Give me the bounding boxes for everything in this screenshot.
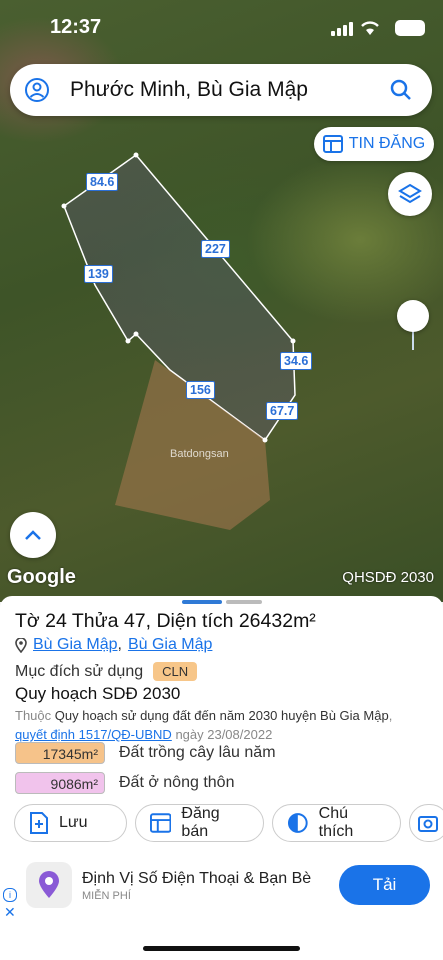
ad-banner[interactable]: i ✕ Định Vị Số Điện Thoại & Bạn Bè MIỄN … xyxy=(0,854,443,920)
area-badge: 17345m² xyxy=(15,742,105,764)
watermark: Batdongsan xyxy=(170,448,229,460)
photo-button[interactable] xyxy=(409,804,443,842)
wifi-icon xyxy=(361,21,379,35)
search-icon[interactable] xyxy=(388,77,414,103)
layers-button[interactable] xyxy=(388,172,432,216)
edge-label: 139 xyxy=(84,265,113,283)
parcel-title: Tờ 24 Thửa 47, Diện tích 26432m² xyxy=(15,610,316,632)
ad-info-icon[interactable]: i xyxy=(3,888,17,902)
area-label: Đất ở nông thôn xyxy=(119,774,235,791)
plan-title: Quy hoạch SDĐ 2030 xyxy=(15,684,181,703)
post-sale-button[interactable]: Đăng bán xyxy=(135,804,264,842)
commune-link[interactable]: Bù Gia Mập xyxy=(128,636,212,654)
add-photo-icon xyxy=(418,816,438,832)
plan-note: Thuộc Quy hoạch sử dụng đất đến năm 2030… xyxy=(15,706,425,744)
area-row: 17345m² Đất trồng cây lâu năm xyxy=(15,742,276,764)
layer-label: QHSDĐ 2030 xyxy=(342,569,434,586)
listing-icon xyxy=(322,135,343,153)
district-link[interactable]: Bù Gia Mập xyxy=(33,636,117,654)
opacity-slider-handle[interactable] xyxy=(397,300,429,332)
home-indicator[interactable] xyxy=(143,946,300,951)
land-use-row: Mục đích sử dụng CLN xyxy=(15,662,198,681)
ad-title: Định Vị Số Điện Thoại & Bạn Bè xyxy=(82,870,312,887)
area-row: 9086m² Đất ở nông thôn xyxy=(15,772,234,794)
ad-app-logo xyxy=(26,862,72,908)
tin-dang-button[interactable]: TIN ĐĂNG xyxy=(314,127,434,161)
google-logo: Google xyxy=(7,566,76,588)
legend-label: Chú thích xyxy=(318,805,354,840)
ad-close-icon[interactable]: ✕ xyxy=(4,904,16,921)
search-query[interactable]: Phước Minh, Bù Gia Mập xyxy=(70,78,388,102)
note-value: Quy hoạch sử dụng đất đến năm 2030 huyện… xyxy=(54,708,389,723)
parcel-info-sheet: Tờ 24 Thửa 47, Diện tích 26432m² Bù Gia … xyxy=(0,596,443,920)
post-sale-label: Đăng bán xyxy=(181,805,220,840)
ad-subtitle: MIỄN PHÍ xyxy=(82,890,131,902)
status-time: 12:37 xyxy=(50,16,102,38)
search-bar[interactable]: Phước Minh, Bù Gia Mập xyxy=(10,64,432,116)
slider-track xyxy=(412,330,414,350)
location-pin-icon xyxy=(39,871,59,898)
contrast-icon xyxy=(287,813,308,833)
decision-link[interactable]: quyết định 1517/QĐ-UBND xyxy=(15,727,172,742)
tin-dang-label: TIN ĐĂNG xyxy=(348,135,426,152)
save-label: Lưu xyxy=(59,814,88,831)
legend-button[interactable]: Chú thích xyxy=(272,804,401,842)
edge-label: 34.6 xyxy=(280,352,313,370)
location-pin-icon xyxy=(15,637,27,653)
sheet-handle[interactable] xyxy=(182,600,222,604)
listing-icon xyxy=(150,813,172,833)
land-use-label: Mục đích sử dụng xyxy=(15,662,144,680)
edge-label: 84.6 xyxy=(86,173,119,191)
location-separator: , xyxy=(117,636,122,653)
layers-icon xyxy=(398,183,422,204)
action-row: Lưu Đăng bán Chú thích xyxy=(14,804,443,842)
edge-label: 227 xyxy=(201,240,230,258)
ad-install-button[interactable]: Tải xyxy=(339,865,430,905)
save-button[interactable]: Lưu xyxy=(14,804,127,842)
signal-icon xyxy=(331,22,353,36)
battery-icon xyxy=(395,20,425,36)
expand-up-button[interactable] xyxy=(10,512,56,558)
chevron-up-icon xyxy=(25,530,41,540)
area-badge: 9086m² xyxy=(15,772,105,794)
note-prefix: Thuộc xyxy=(15,708,52,723)
note-date: ngày 23/08/2022 xyxy=(175,727,273,742)
profile-pin-icon[interactable] xyxy=(24,77,50,103)
area-label: Đất trồng cây lâu năm xyxy=(119,744,276,761)
edge-label: 156 xyxy=(186,381,215,399)
note-comma: , xyxy=(388,708,393,723)
status-bar: 12:37 xyxy=(0,0,443,54)
land-use-code: CLN xyxy=(153,662,198,681)
bottom-safe-area xyxy=(0,920,443,960)
add-note-icon xyxy=(30,812,48,834)
edge-label: 67.7 xyxy=(266,402,299,420)
parcel-location: Bù Gia Mập, Bù Gia Mập xyxy=(15,636,212,654)
sheet-handle-secondary[interactable] xyxy=(226,600,262,604)
